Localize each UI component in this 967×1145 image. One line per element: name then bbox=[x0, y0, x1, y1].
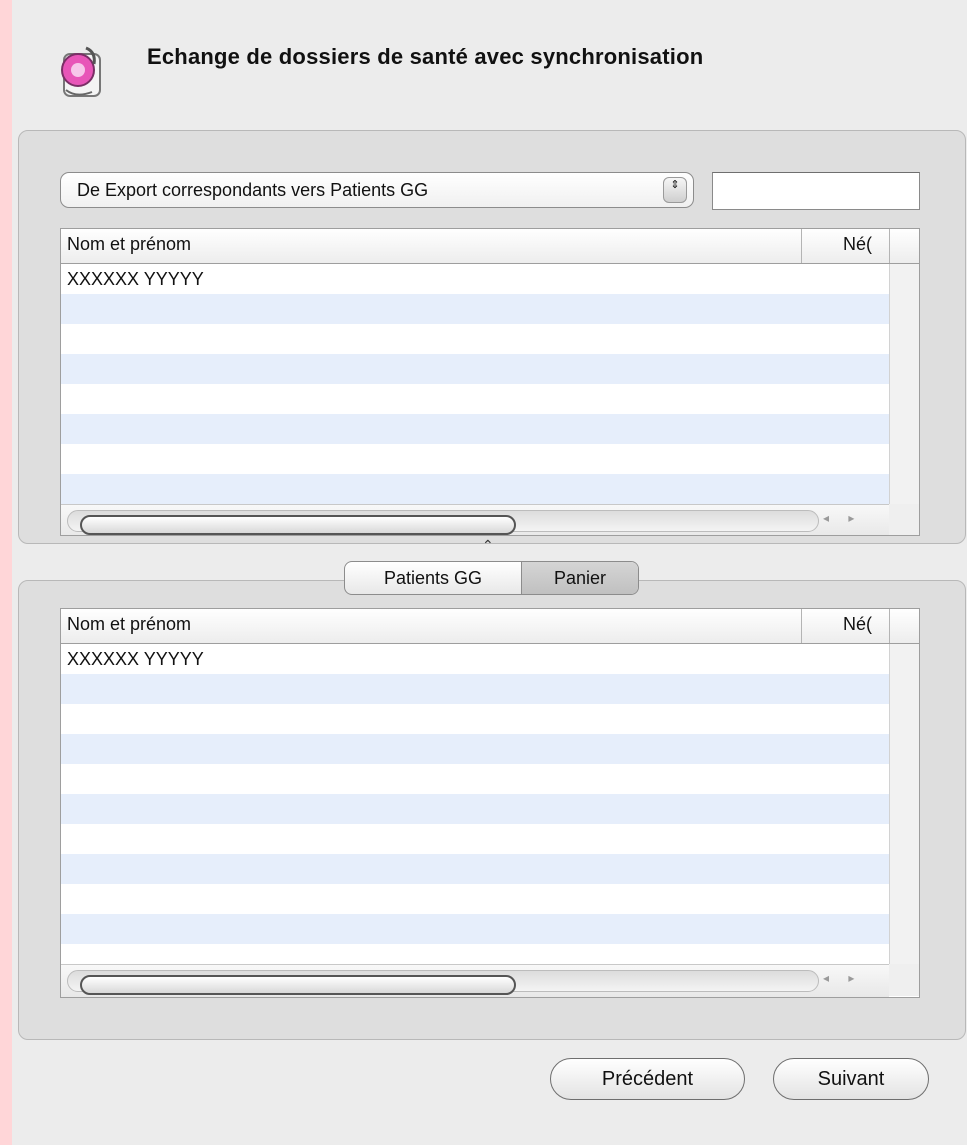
scroll-corner bbox=[889, 964, 919, 996]
table-row[interactable] bbox=[61, 734, 889, 764]
table-rows: XXXXXX YYYYY bbox=[61, 644, 889, 974]
table-row[interactable] bbox=[61, 764, 889, 794]
previous-button[interactable]: Précédent bbox=[550, 1058, 745, 1100]
assistant-window: Echange de dossiers de santé avec synchr… bbox=[12, 0, 967, 1145]
horizontal-scrollbar[interactable]: ◂ ▸ bbox=[61, 504, 889, 535]
table-row[interactable] bbox=[61, 324, 889, 354]
table-row[interactable] bbox=[61, 474, 889, 504]
scroll-corner bbox=[889, 504, 919, 535]
table-row[interactable] bbox=[61, 354, 889, 384]
vertical-scrollbar[interactable] bbox=[889, 264, 919, 504]
split-handle-icon[interactable]: ⌃ bbox=[482, 537, 494, 554]
table-row[interactable] bbox=[61, 674, 889, 704]
horizontal-scrollbar[interactable]: ◂ ▸ bbox=[61, 964, 889, 997]
table-header: Nom et prénom Né( bbox=[61, 609, 919, 644]
scroll-thumb[interactable] bbox=[80, 515, 516, 535]
table-row[interactable] bbox=[61, 914, 889, 944]
vertical-scrollbar[interactable] bbox=[889, 644, 919, 964]
column-header-name[interactable]: Nom et prénom bbox=[67, 614, 191, 635]
scroll-arrows-icon[interactable]: ◂ ▸ bbox=[823, 511, 862, 525]
scroll-track[interactable] bbox=[67, 510, 819, 535]
table-row[interactable] bbox=[61, 294, 889, 324]
scroll-arrows-icon[interactable]: ◂ ▸ bbox=[823, 971, 862, 985]
table-row[interactable] bbox=[61, 384, 889, 414]
scroll-thumb[interactable] bbox=[80, 975, 516, 995]
table-header: Nom et prénom Né( bbox=[61, 229, 919, 264]
tab-panier[interactable]: Panier bbox=[521, 562, 638, 594]
table-rows: XXXXXX YYYYY bbox=[61, 264, 889, 504]
table-row[interactable] bbox=[61, 444, 889, 474]
popup-stepper-icon: ⇕ bbox=[663, 177, 687, 203]
table-row[interactable] bbox=[61, 704, 889, 734]
table-row[interactable] bbox=[61, 414, 889, 444]
tab-patients-gg[interactable]: Patients GG bbox=[345, 562, 521, 594]
column-header-birth[interactable]: Né( bbox=[843, 614, 872, 635]
table-row[interactable] bbox=[61, 824, 889, 854]
medical-folder-icon bbox=[61, 46, 101, 97]
table-row[interactable] bbox=[61, 884, 889, 914]
search-input[interactable] bbox=[712, 172, 920, 210]
source-patients-table[interactable]: Nom et prénom Né( XXXXXX YYYYY ◂ ▸ bbox=[60, 228, 920, 536]
table-row[interactable]: XXXXXX YYYYY bbox=[61, 644, 889, 674]
source-popup-button[interactable]: De Export correspondants vers Patients G… bbox=[60, 172, 694, 208]
column-divider bbox=[801, 229, 802, 263]
table-row[interactable]: XXXXXX YYYYY bbox=[61, 264, 889, 294]
destination-patients-table[interactable]: Nom et prénom Né( XXXXXX YYYYY ◂ ▸ bbox=[60, 608, 920, 998]
column-divider bbox=[801, 609, 802, 643]
column-divider bbox=[889, 609, 890, 643]
table-row[interactable] bbox=[61, 794, 889, 824]
column-divider bbox=[889, 229, 890, 263]
scroll-track[interactable] bbox=[67, 970, 819, 995]
column-header-birth[interactable]: Né( bbox=[843, 234, 872, 255]
source-popup-label: De Export correspondants vers Patients G… bbox=[77, 180, 429, 200]
page-title: Echange de dossiers de santé avec synchr… bbox=[147, 44, 704, 69]
next-button[interactable]: Suivant bbox=[773, 1058, 929, 1100]
column-header-name[interactable]: Nom et prénom bbox=[67, 234, 191, 255]
list-segmented-control[interactable]: Patients GG Panier bbox=[344, 561, 639, 595]
table-row[interactable] bbox=[61, 854, 889, 884]
